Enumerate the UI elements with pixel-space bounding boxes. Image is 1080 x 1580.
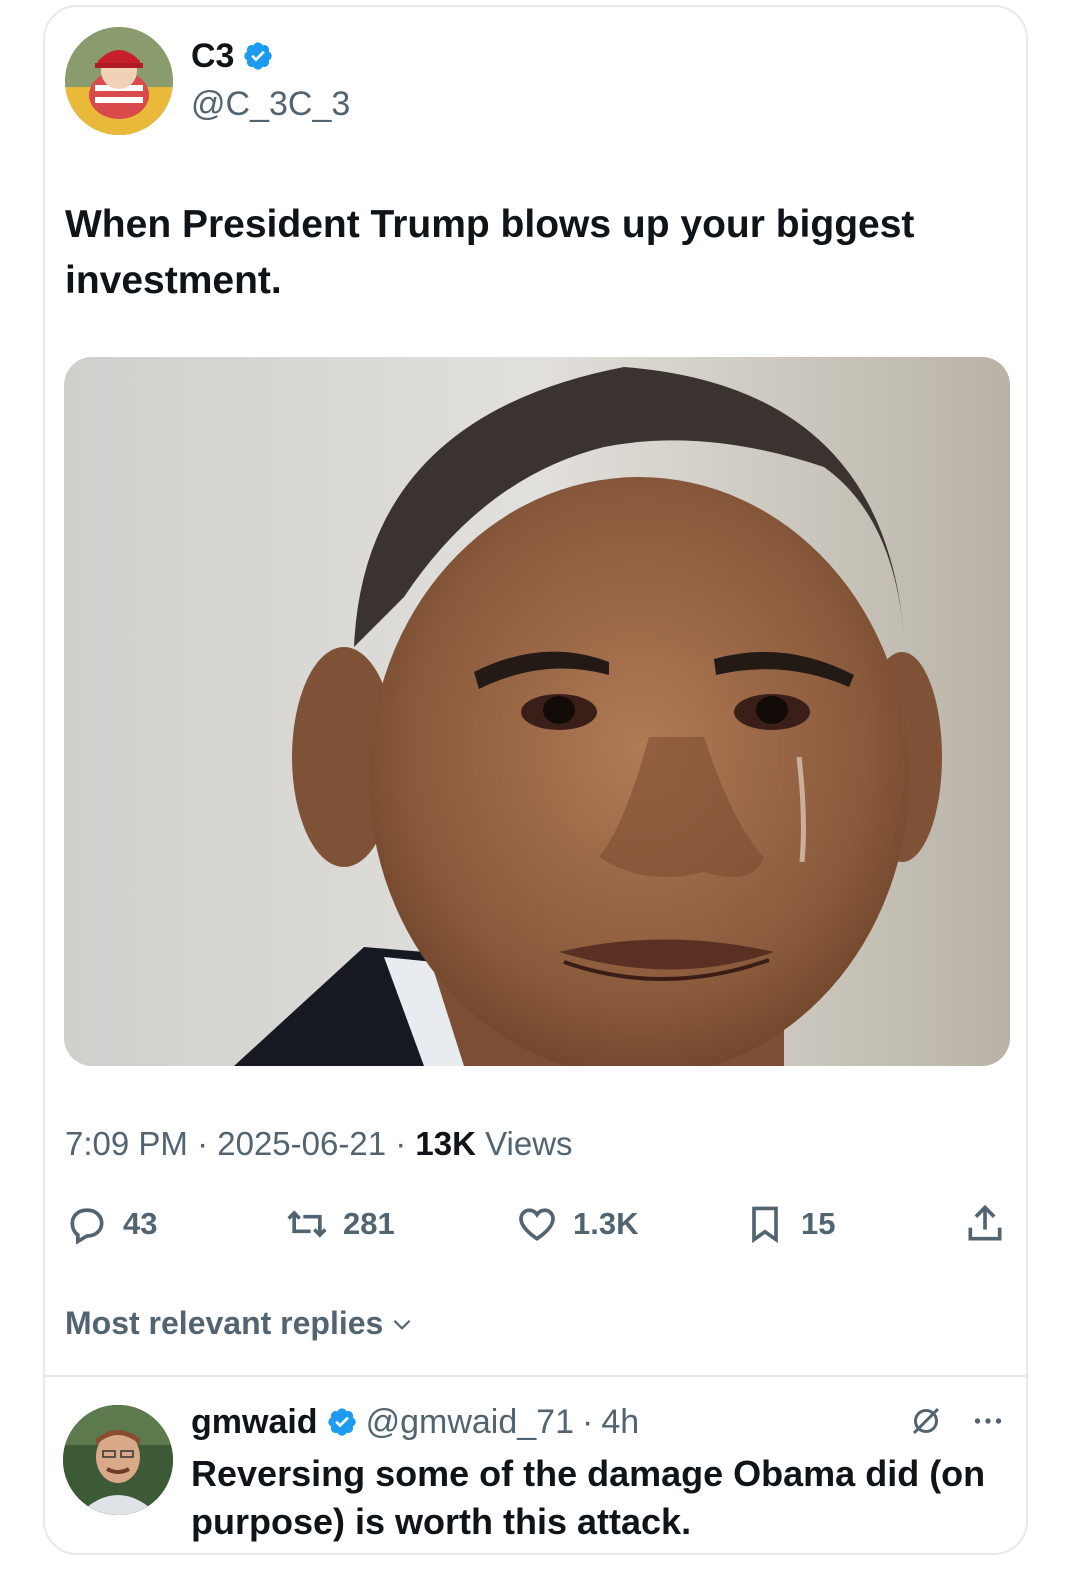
grok-icon[interactable] bbox=[908, 1403, 944, 1439]
author-name[interactable]: C3 bbox=[191, 39, 234, 73]
share-button[interactable] bbox=[963, 1202, 1007, 1246]
reply-icon bbox=[70, 1208, 104, 1245]
reply-header: gmwaid @gmwaid_71 · 4h bbox=[191, 1405, 639, 1439]
author-handle[interactable]: @C_3C_3 bbox=[191, 87, 350, 121]
meta-separator: · bbox=[581, 1403, 594, 1441]
more-options-icon[interactable] bbox=[970, 1403, 1006, 1439]
share-icon bbox=[968, 1204, 1002, 1241]
reply-author-handle[interactable]: @gmwaid_71 bbox=[366, 1405, 574, 1439]
like-count: 1.3K bbox=[573, 1206, 639, 1241]
reply-button[interactable]: 43 bbox=[65, 1202, 157, 1246]
reply-author-avatar[interactable] bbox=[63, 1405, 173, 1515]
action-bar: 43 281 1.3K 15 bbox=[65, 1202, 1010, 1250]
reply-author-name[interactable]: gmwaid bbox=[191, 1405, 318, 1439]
bookmark-count: 15 bbox=[801, 1206, 836, 1241]
tweet-meta: 7:09 PM · 2025-06-21 · 13K Views bbox=[65, 1127, 573, 1160]
views-count: 13K bbox=[415, 1125, 476, 1162]
verified-badge-icon bbox=[242, 40, 274, 72]
repost-icon bbox=[287, 1210, 327, 1238]
repost-count: 281 bbox=[343, 1206, 395, 1241]
views-label: Views bbox=[485, 1125, 573, 1162]
like-button[interactable]: 1.3K bbox=[515, 1202, 638, 1246]
tweet-time[interactable]: 7:09 PM bbox=[65, 1125, 188, 1162]
meta-separator: · bbox=[197, 1125, 209, 1162]
reply-text: Reversing some of the damage Obama did (… bbox=[191, 1453, 986, 1542]
reply-tools bbox=[908, 1403, 1006, 1439]
tweet-text: When President Trump blows up your bigge… bbox=[65, 203, 915, 302]
photo-illustration bbox=[64, 357, 1010, 1066]
reply-count: 43 bbox=[123, 1206, 158, 1241]
repost-button[interactable]: 281 bbox=[285, 1202, 395, 1246]
author-avatar[interactable] bbox=[65, 27, 173, 135]
bookmark-icon bbox=[752, 1206, 778, 1244]
chevron-down-icon bbox=[393, 1319, 411, 1330]
verified-badge-icon bbox=[327, 1408, 356, 1436]
tweet-card: C3 @C_3C_3 When President Trump blows up… bbox=[43, 5, 1028, 1555]
replies-sort-dropdown[interactable]: Most relevant replies bbox=[65, 1305, 415, 1342]
replies-sort-label: Most relevant replies bbox=[65, 1305, 384, 1341]
bookmark-button[interactable]: 15 bbox=[743, 1202, 835, 1246]
reply-age[interactable]: 4h bbox=[601, 1405, 639, 1439]
tweet-date[interactable]: 2025-06-21 bbox=[217, 1125, 386, 1162]
divider bbox=[45, 1375, 1026, 1377]
tweet-photo[interactable] bbox=[64, 357, 1010, 1066]
author-name-row[interactable]: C3 bbox=[191, 39, 274, 73]
meta-separator: · bbox=[395, 1125, 407, 1162]
heart-icon bbox=[519, 1208, 555, 1241]
